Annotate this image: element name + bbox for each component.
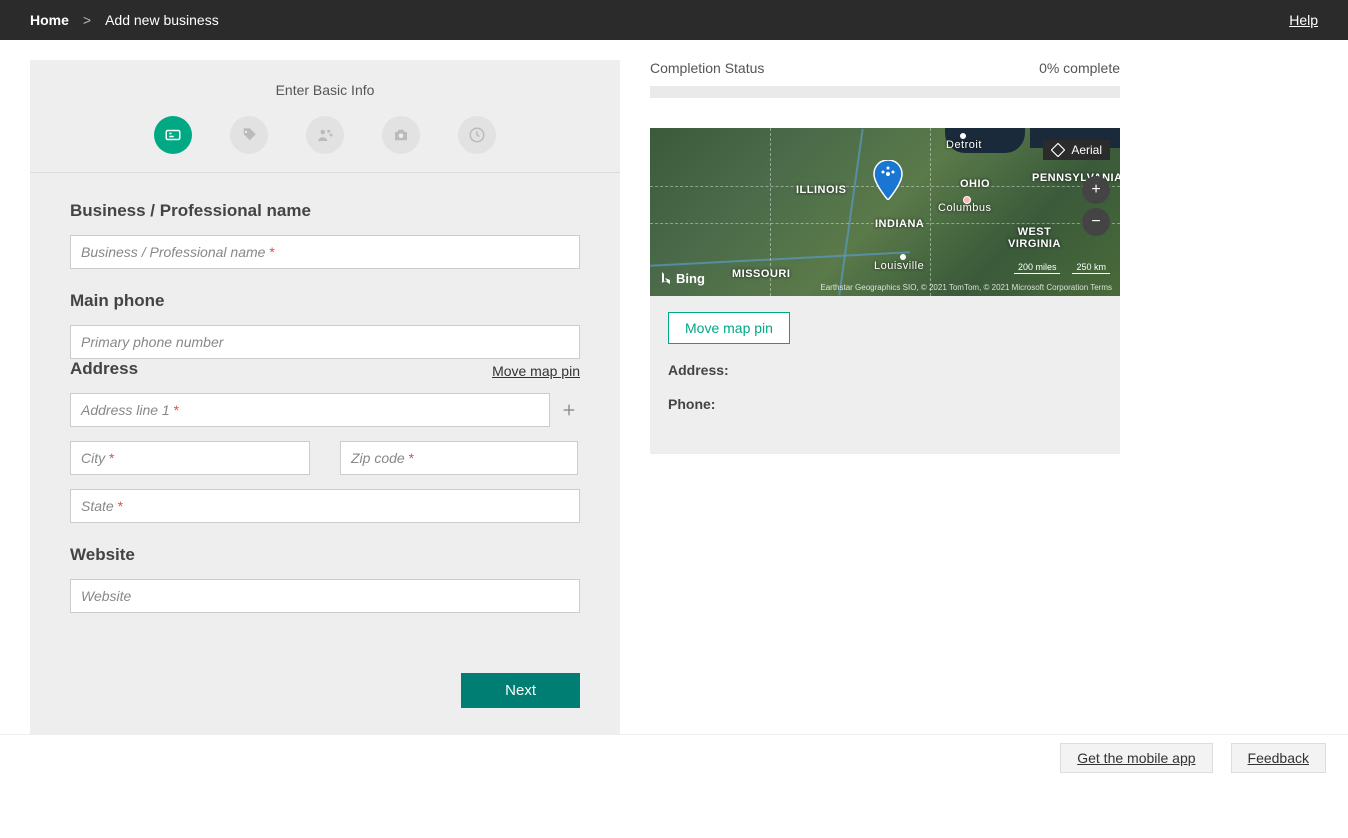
business-name-label: Business / Professional name [70,201,580,221]
camera-icon [392,126,410,144]
next-button[interactable]: Next [461,673,580,708]
move-pin-link[interactable]: Move map pin [492,363,580,379]
completion-value: 0% complete [1039,60,1120,76]
city-dot-louisville [900,254,906,260]
aerial-toggle[interactable]: Aerial [1043,140,1110,160]
map-area[interactable]: ILLINOIS INDIANA OHIO MISSOURI WEST VIRG… [650,128,1120,296]
breadcrumb-current: Add new business [105,12,219,28]
completion-row: Completion Status 0% complete [650,60,1120,76]
completion-label: Completion Status [650,60,764,76]
main-phone-input[interactable] [70,325,580,359]
right-column: Completion Status 0% complete ILLINOIS I… [650,60,1120,454]
map-panel: ILLINOIS INDIANA OHIO MISSOURI WEST VIRG… [650,128,1120,454]
zoom-out-button[interactable]: − [1082,208,1110,236]
website-input[interactable] [70,579,580,613]
map-label-missouri: MISSOURI [732,268,790,280]
map-label-louisville: Louisville [874,260,924,272]
tag-icon [240,126,258,144]
panel-header: Enter Basic Info [30,60,620,173]
clock-icon [468,126,486,144]
zoom-in-button[interactable]: + [1082,176,1110,204]
address-line1-input[interactable] [70,393,550,427]
map-scale: 200 miles 250 km [1014,262,1110,274]
form-body: Business / Professional name Business / … [30,173,620,748]
main-phone-label: Main phone [70,291,580,311]
step-category[interactable] [230,116,268,154]
feedback-button[interactable]: Feedback [1231,743,1326,773]
business-name-input[interactable] [70,235,580,269]
add-address-line-button[interactable] [558,399,580,421]
info-phone-label: Phone: [668,396,1102,412]
bing-icon [660,272,672,286]
zip-input[interactable] [340,441,578,475]
progress-bar [650,86,1120,98]
city-dot-columbus [963,196,971,204]
step-hours[interactable] [458,116,496,154]
info-labels: Address: Phone: [650,344,1120,412]
form-panel: Enter Basic Info Busines [30,60,620,748]
move-map-pin-button[interactable]: Move map pin [668,312,790,344]
step-photos[interactable] [382,116,420,154]
address-label: Address [70,359,138,379]
breadcrumb: Home > Add new business [30,12,219,28]
id-card-icon [164,126,182,144]
state-input[interactable] [70,489,580,523]
map-label-illinois: ILLINOIS [796,184,846,196]
breadcrumb-home[interactable]: Home [30,12,69,28]
map-label-wv: WEST VIRGINIA [1008,226,1061,250]
map-attribution: Earthstar Geographics SIO, © 2021 TomTom… [820,283,1112,292]
map-label-indiana: INDIANA [875,218,924,230]
bing-logo: Bing [660,271,705,286]
city-dot-detroit [960,133,966,139]
step-people[interactable] [306,116,344,154]
get-mobile-app-button[interactable]: Get the mobile app [1060,743,1212,773]
step-icons [30,116,620,154]
zoom-controls: + − [1082,176,1110,236]
map-label-ohio: OHIO [960,178,990,190]
people-icon [316,126,334,144]
map-label-detroit: Detroit [946,139,982,151]
city-input[interactable] [70,441,310,475]
bottom-bar: Get the mobile app Feedback [0,734,1348,781]
help-link[interactable]: Help [1289,12,1318,28]
pin-icon [872,160,904,200]
breadcrumb-separator: > [83,12,91,28]
top-bar: Home > Add new business Help [0,0,1348,40]
plus-icon [561,402,577,418]
map-pin[interactable] [872,160,904,200]
aerial-icon [1051,143,1065,157]
info-address-label: Address: [668,362,1102,378]
panel-title: Enter Basic Info [30,82,620,98]
website-label: Website [70,545,580,565]
step-basic-info[interactable] [154,116,192,154]
